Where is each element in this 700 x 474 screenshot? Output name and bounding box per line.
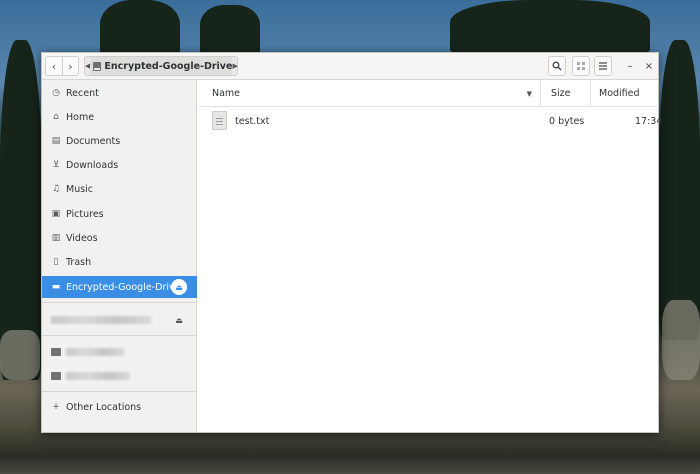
sidebar-item-other-locations[interactable]: + Other Locations [42, 396, 197, 418]
document-icon: ▤ [51, 136, 61, 146]
chevron-right-icon: › [68, 59, 73, 73]
background-tree [659, 40, 700, 340]
headerbar: ‹ › ◀ Encrypted-Google-Drive ▶ – × [42, 53, 658, 80]
close-icon: × [644, 60, 654, 72]
text-file-icon [212, 111, 227, 130]
music-icon: ♫ [51, 184, 61, 194]
column-header-label: Size [551, 88, 571, 99]
menu-button[interactable] [594, 56, 612, 76]
view-toggle-button[interactable] [572, 56, 590, 76]
path-segment-current[interactable]: Encrypted-Google-Drive [90, 57, 233, 75]
sidebar-item-label: Encrypted-Google-Drive [66, 281, 181, 293]
drive-icon [93, 61, 102, 71]
file-row[interactable]: test.txt 0 bytes 17:34 [198, 109, 662, 133]
sidebar-item-label: Pictures [66, 208, 104, 220]
file-name: test.txt [235, 115, 270, 127]
sidebar-item-redacted-drive[interactable]: ⏏ [42, 309, 197, 331]
background-tree [200, 5, 260, 55]
minimize-icon: – [627, 60, 633, 72]
video-icon: ▥ [51, 233, 61, 243]
hamburger-menu-icon [599, 62, 607, 70]
redacted-label [66, 372, 130, 380]
sidebar-item-encrypted-google-drive[interactable]: ▬ Encrypted-Google-Drive ⏏ [42, 276, 197, 298]
column-header-label: Modified [599, 88, 640, 99]
sidebar-item-music[interactable]: ♫ Music [42, 178, 197, 200]
minimize-button[interactable]: – [622, 58, 638, 74]
sidebar-separator [42, 302, 197, 303]
sidebar-item-redacted-bookmark[interactable] [42, 365, 197, 387]
sidebar-separator [42, 335, 197, 336]
drive-icon: ▬ [51, 282, 61, 292]
background-rock [0, 330, 40, 380]
sidebar-item-label: Documents [66, 135, 121, 147]
navigation-buttons: ‹ › [45, 56, 79, 76]
folder-icon [51, 372, 61, 380]
sidebar-item-recent[interactable]: ◷ Recent [42, 82, 197, 104]
plus-icon: + [52, 402, 60, 412]
sidebar-item-label: Videos [66, 232, 98, 244]
column-header-size[interactable]: Size [551, 80, 571, 107]
background-tree [450, 0, 650, 55]
column-header-label: Name [212, 88, 241, 99]
close-button[interactable]: × [641, 58, 657, 74]
pathbar: ◀ Encrypted-Google-Drive ▶ [84, 56, 238, 76]
column-header-row: Name ▼ Size Modified [198, 80, 658, 107]
sidebar-item-label: Downloads [66, 159, 119, 171]
trash-icon: ▯ [53, 257, 59, 267]
sidebar-item-home[interactable]: ⌂ Home [42, 106, 197, 128]
sidebar-item-trash[interactable]: ▯ Trash [42, 251, 197, 273]
background-tree [100, 0, 180, 60]
chevron-left-icon: ‹ [51, 59, 57, 73]
file-size: 0 bytes [549, 115, 585, 127]
grid-view-icon [577, 62, 585, 70]
path-segment-label: Encrypted-Google-Drive [104, 60, 233, 72]
sidebar-item-videos[interactable]: ▥ Videos [42, 227, 197, 249]
sidebar-separator [42, 391, 197, 392]
clock-icon: ◷ [52, 88, 60, 98]
redacted-label [51, 316, 151, 324]
sidebar: ◷ Recent ⌂ Home ▤ Documents ⊻ Downloads … [42, 80, 197, 432]
file-modified: 17:34 [635, 115, 663, 127]
eject-icon[interactable]: ⏏ [171, 312, 187, 328]
sidebar-item-label: Home [66, 111, 95, 123]
sidebar-item-redacted-bookmark[interactable] [42, 341, 197, 363]
sidebar-item-pictures[interactable]: ▣ Pictures [42, 203, 197, 225]
background-rock [662, 300, 700, 380]
file-list-view: Name ▼ Size Modified test.txt 0 bytes 17… [198, 80, 662, 432]
search-button[interactable] [548, 56, 566, 76]
redacted-label [66, 348, 124, 356]
picture-icon: ▣ [51, 209, 61, 219]
home-icon: ⌂ [53, 112, 59, 122]
column-divider[interactable] [540, 80, 541, 107]
column-header-modified[interactable]: Modified [599, 80, 640, 107]
sidebar-item-downloads[interactable]: ⊻ Downloads [42, 154, 197, 176]
background-tree [0, 40, 42, 380]
back-button[interactable]: ‹ [46, 57, 62, 75]
file-manager-window: ‹ › ◀ Encrypted-Google-Drive ▶ – × ◷ Rec… [41, 52, 662, 433]
download-icon: ⊻ [52, 160, 60, 170]
sidebar-item-label: Trash [66, 256, 92, 268]
sidebar-item-label: Recent [66, 87, 99, 99]
sort-down-icon: ▼ [526, 89, 532, 98]
column-header-name[interactable]: Name ▼ [212, 80, 532, 107]
eject-icon[interactable]: ⏏ [171, 279, 187, 295]
sidebar-item-label: Other Locations [66, 401, 142, 413]
folder-icon [51, 348, 61, 356]
background-water [0, 429, 700, 474]
sidebar-item-documents[interactable]: ▤ Documents [42, 130, 197, 152]
path-scroll-right-button[interactable]: ▶ [232, 62, 237, 70]
search-icon [552, 61, 562, 71]
sidebar-item-label: Music [66, 183, 94, 195]
column-divider[interactable] [590, 80, 591, 107]
forward-button[interactable]: › [62, 57, 78, 75]
